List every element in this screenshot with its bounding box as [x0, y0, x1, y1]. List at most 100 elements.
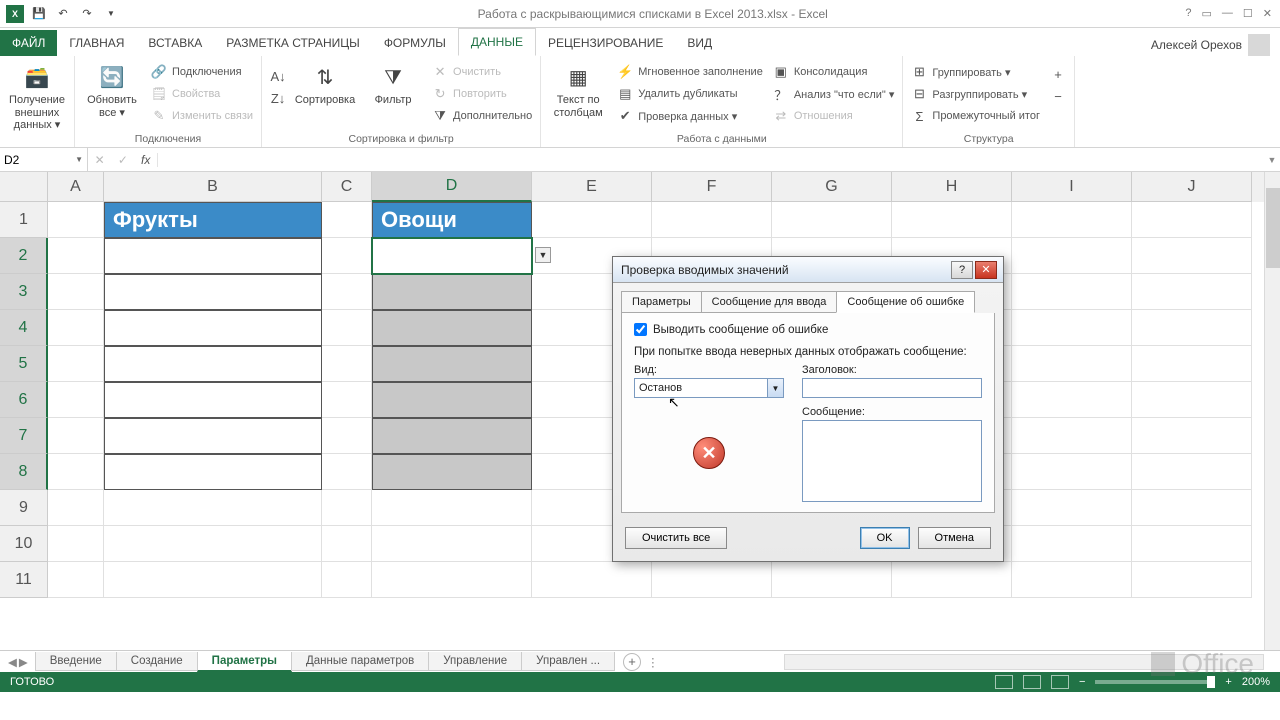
cell[interactable] — [372, 310, 532, 346]
subtotal-button[interactable]: ΣПромежуточный итог — [911, 106, 1040, 126]
edit-links-button[interactable]: ✎Изменить связи — [151, 106, 253, 126]
cell[interactable] — [48, 418, 104, 454]
column-header[interactable]: J — [1132, 172, 1252, 202]
cell[interactable] — [1012, 490, 1132, 526]
cell[interactable] — [322, 202, 372, 238]
sheet-tab[interactable]: Управление — [428, 652, 522, 671]
row-header[interactable]: 9 — [0, 490, 48, 526]
cell[interactable] — [322, 382, 372, 418]
chevron-down-icon[interactable]: ▼ — [767, 379, 783, 397]
error-title-input[interactable] — [802, 378, 982, 398]
cell[interactable] — [1012, 202, 1132, 238]
cell[interactable] — [1132, 562, 1252, 598]
cell[interactable] — [1132, 454, 1252, 490]
row-header[interactable]: 6 — [0, 382, 48, 418]
user-area[interactable]: Алексей Орехов — [1151, 34, 1280, 56]
group-rows-button[interactable]: ⊞Группировать ▾ — [911, 62, 1040, 82]
cell[interactable] — [104, 310, 322, 346]
dialog-tab-settings[interactable]: Параметры — [621, 291, 702, 313]
row-header[interactable]: 5 — [0, 346, 48, 382]
tab-data[interactable]: ДАННЫЕ — [458, 28, 536, 56]
column-header[interactable]: A — [48, 172, 104, 202]
cell[interactable] — [892, 562, 1012, 598]
zoom-out-icon[interactable]: − — [1079, 676, 1085, 688]
horizontal-scrollbar[interactable] — [784, 654, 1264, 670]
cell[interactable] — [772, 202, 892, 238]
zoom-slider[interactable] — [1095, 680, 1215, 684]
close-icon[interactable]: ✕ — [1263, 7, 1272, 20]
cell[interactable] — [1132, 238, 1252, 274]
cell[interactable] — [1132, 418, 1252, 454]
sheet-tab[interactable]: Данные параметров — [291, 652, 429, 671]
row-headers[interactable]: 1234567891011 — [0, 202, 48, 598]
sheet-tab[interactable]: Управлен ... — [521, 652, 615, 671]
row-header[interactable]: 4 — [0, 310, 48, 346]
cell[interactable] — [1132, 274, 1252, 310]
cell[interactable] — [372, 346, 532, 382]
cell[interactable] — [372, 490, 532, 526]
save-icon[interactable]: 💾 — [30, 5, 48, 23]
column-header[interactable]: I — [1012, 172, 1132, 202]
column-header[interactable]: H — [892, 172, 1012, 202]
tab-file[interactable]: ФАЙЛ — [0, 30, 57, 56]
cancel-button[interactable]: Отмена — [918, 527, 991, 549]
sort-button[interactable]: ⇅ Сортировка — [296, 60, 354, 107]
undo-icon[interactable]: ↶ — [54, 5, 72, 23]
cell[interactable] — [1012, 418, 1132, 454]
zoom-level[interactable]: 200% — [1242, 676, 1270, 688]
cell[interactable] — [1012, 310, 1132, 346]
page-layout-view-icon[interactable] — [1023, 675, 1041, 689]
text-to-columns-button[interactable]: ▦ Текст по столбцам — [549, 60, 607, 119]
cell[interactable] — [1132, 346, 1252, 382]
data-validation-button[interactable]: ✔Проверка данных ▾ — [617, 106, 763, 126]
sheet-tab[interactable]: Создание — [116, 652, 198, 671]
cell[interactable] — [104, 490, 322, 526]
cell[interactable] — [372, 454, 532, 490]
cell[interactable] — [322, 274, 372, 310]
cell[interactable] — [532, 562, 652, 598]
cell[interactable] — [104, 346, 322, 382]
dialog-close-icon[interactable]: ✕ — [975, 261, 997, 279]
column-header[interactable]: C — [322, 172, 372, 202]
tab-view[interactable]: ВИД — [675, 30, 724, 56]
cell[interactable]: Овощи — [372, 202, 532, 238]
column-header[interactable]: D — [372, 172, 532, 202]
sheet-tab[interactable]: Параметры — [197, 652, 292, 672]
column-header[interactable]: F — [652, 172, 772, 202]
cell[interactable] — [1012, 274, 1132, 310]
cell[interactable] — [1132, 490, 1252, 526]
cell[interactable] — [104, 274, 322, 310]
consolidate-button[interactable]: ▣Консолидация — [773, 62, 895, 82]
sheet-tab[interactable]: Введение — [35, 652, 117, 671]
what-if-button[interactable]: ？Анализ "что если" ▾ — [773, 84, 895, 104]
row-header[interactable]: 10 — [0, 526, 48, 562]
page-break-view-icon[interactable] — [1051, 675, 1069, 689]
dialog-titlebar[interactable]: Проверка вводимых значений ? ✕ — [613, 257, 1003, 283]
cell[interactable] — [372, 382, 532, 418]
tab-home[interactable]: ГЛАВНАЯ — [57, 30, 136, 56]
style-combobox[interactable]: Останов ▼ — [634, 378, 784, 398]
tab-formulas[interactable]: ФОРМУЛЫ — [372, 30, 458, 56]
cell[interactable] — [372, 526, 532, 562]
relationships-button[interactable]: ⇄Отношения — [773, 106, 895, 126]
cell[interactable] — [104, 454, 322, 490]
ribbon-options-icon[interactable]: ▭ — [1202, 7, 1212, 20]
connections-button[interactable]: 🔗Подключения — [151, 62, 253, 82]
cell[interactable] — [772, 562, 892, 598]
fx-icon[interactable]: fx — [141, 153, 150, 167]
scrollbar-thumb[interactable] — [1266, 188, 1280, 268]
cell[interactable] — [1132, 526, 1252, 562]
cell[interactable] — [372, 418, 532, 454]
cell[interactable] — [1132, 382, 1252, 418]
cell[interactable] — [48, 526, 104, 562]
cell[interactable] — [1012, 562, 1132, 598]
cell[interactable] — [48, 562, 104, 598]
cell[interactable] — [48, 238, 104, 274]
normal-view-icon[interactable] — [995, 675, 1013, 689]
cell[interactable] — [322, 526, 372, 562]
show-error-checkbox[interactable] — [634, 323, 647, 336]
zoom-in-icon[interactable]: + — [1225, 676, 1231, 688]
reapply-filter-button[interactable]: ↻Повторить — [432, 84, 532, 104]
cell[interactable] — [104, 238, 322, 274]
cell[interactable] — [104, 526, 322, 562]
